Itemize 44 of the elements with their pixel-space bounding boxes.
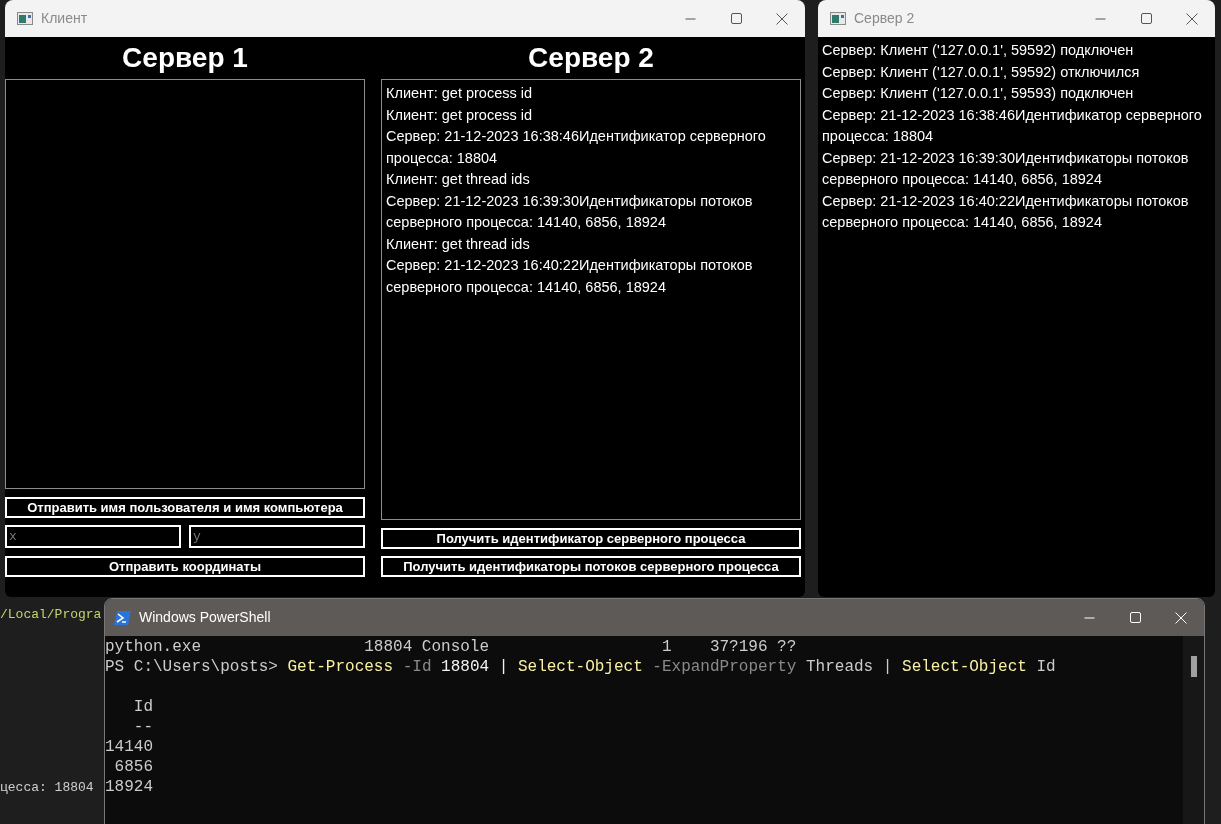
log-line: Сервер: 21-12-2023 16:38:46Идентификатор серверного процесса: 18804 <box>822 105 1203 146</box>
console-line: -- <box>132 717 154 737</box>
maximize-icon <box>1129 612 1141 623</box>
log-line: Клиент: get thread ids <box>386 170 531 189</box>
log-line: Сервер: Клиент ('127.0.0.1', 59592) подключен <box>822 41 1135 60</box>
log-line: Сервер: 21-12-2023 16:39:30Идентификаторы потоков серверного процесса: 14140, 6856, 18924 <box>386 191 754 232</box>
window-title: Windows PowerShell <box>139 608 271 627</box>
app-icon <box>830 12 846 25</box>
log-line: Сервер: Клиент ('127.0.0.1', 59592) отключился <box>822 62 1141 82</box>
scrollbar[interactable] <box>1183 636 1204 824</box>
panel-heading: Сервер 1 <box>121 41 249 75</box>
maximize-icon <box>730 13 742 24</box>
log-line: Клиент: get process id <box>386 84 534 103</box>
maximize-icon <box>1140 13 1152 24</box>
editor-text: /Local/Progra <box>0 606 102 624</box>
log-line: Сервер: 21-12-2023 16:38:46Идентификатор серверного процесса: 18804 <box>386 127 767 168</box>
close-icon <box>1186 12 1198 25</box>
send-user-button[interactable]: Отправить имя пользователя и имя компьютера <box>5 497 365 518</box>
send-coordinates-button[interactable]: Отправить координаты <box>5 556 365 577</box>
x-field[interactable]: x <box>5 525 181 548</box>
close-icon <box>776 12 788 25</box>
request-button[interactable]: Получить идентификатор серверного процесса <box>381 528 801 549</box>
powershell-icon <box>114 609 131 626</box>
console-line: python.exe 18804 Console 1 37?196 ?? <box>105 637 798 657</box>
console-line: Id <box>132 697 154 717</box>
editor-text: цесса: 18804 <box>0 779 94 797</box>
close-icon <box>1175 611 1187 624</box>
scrollbar-thumb[interactable] <box>1191 656 1197 677</box>
y-field[interactable]: y <box>189 525 365 548</box>
panel-heading: Сервер 2 <box>527 41 655 75</box>
log-line: Сервер: 21-12-2023 16:40:22Идентификаторы потоков серверного процесса: 14140, 6856, 18924 <box>386 256 754 297</box>
window-title: Сервер 2 <box>854 9 915 28</box>
log-line: Сервер: 21-12-2023 16:39:30Идентификаторы потоков серверного процесса: 14140, 6856, 18924 <box>822 148 1190 189</box>
console-line: 14140 <box>105 737 154 757</box>
request-button[interactable]: Получить идентификаторы потоков серверного процесса <box>381 556 801 577</box>
log-line: Сервер: Клиент ('127.0.0.1', 59593) подключен <box>822 84 1135 103</box>
window-title: Клиент <box>41 9 88 28</box>
console-line: PS C:\Users\posts> Get-Process -Id 18804 | Select-Object -ExpandProperty Threads | Select-Object Id <box>105 657 1057 677</box>
log-line: Клиент: get thread ids <box>386 234 531 254</box>
console-line: 6856 <box>113 757 154 777</box>
log-line: Клиент: get process id <box>386 105 534 125</box>
console-line: 18924 <box>105 777 154 797</box>
log-line: Сервер: 21-12-2023 16:40:22Идентификаторы потоков серверного процесса: 14140, 6856, 18924 <box>822 191 1190 232</box>
app-icon <box>17 12 33 25</box>
